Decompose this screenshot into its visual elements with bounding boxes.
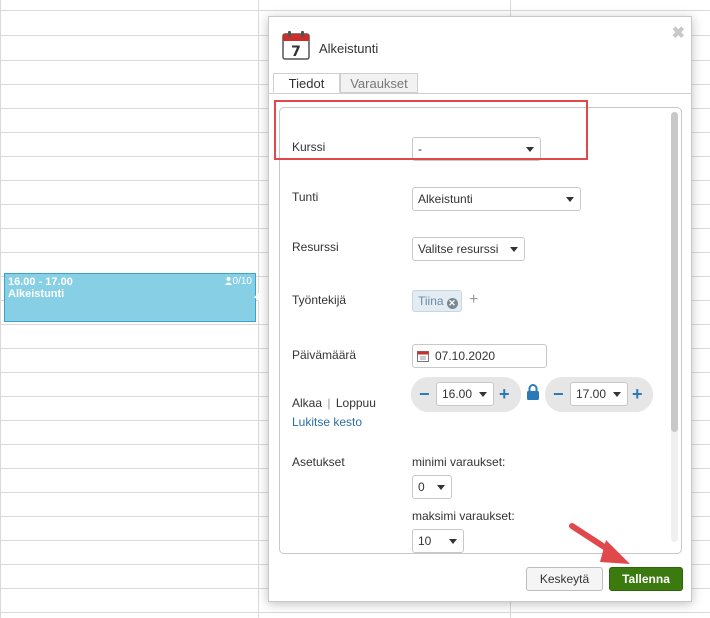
calendar-small-icon[interactable] [417,350,429,362]
calendar-icon-day: 7 [291,44,301,60]
resurssi-select[interactable]: Valitse resurssi [412,237,525,261]
loppuu-label: Loppuu [335,396,376,410]
date-input[interactable]: 07.10.2020 [412,344,547,368]
chevron-down-icon [479,392,487,397]
cancel-button[interactable]: Keskeytä [526,567,603,591]
start-time-select[interactable]: 16.00 [436,382,494,406]
dialog-title: Alkeistunti [319,41,379,56]
tab-varaukset[interactable]: Varaukset [340,73,418,93]
tunti-select-value: Alkeistunti [418,192,473,206]
calendar-row-line [0,10,710,11]
details-panel: Kurssi - Tunti Alkeistunti Resurssi Vali… [279,107,682,554]
chevron-down-icon [510,247,518,252]
close-icon[interactable]: ✖ [672,23,685,43]
calendar-icon: 7 [282,31,310,60]
save-button[interactable]: Tallenna [609,567,683,591]
chevron-down-icon [566,197,574,202]
calendar-event[interactable]: 16.00 - 17.00 Alkeistunti 0/10 [4,273,256,322]
alkaa-label: Alkaa [292,396,323,410]
end-time-value: 17.00 [576,387,607,401]
annotation-arrow-icon [569,523,630,564]
label-separator: | [327,396,331,410]
event-participant-count: 0/10 [224,276,252,287]
event-count-value: 0/10 [232,276,252,287]
calendar-row-line [0,612,710,613]
alkaa-loppuu-label: Alkaa | Loppuu [292,396,376,410]
min-reservations-select[interactable]: 0 [412,475,452,499]
dialog-pointer [254,286,268,308]
min-reservations-label: minimi varaukset: [412,455,506,469]
max-reservations-value: 10 [418,534,432,548]
min-reservations-value: 0 [418,480,425,494]
chevron-down-icon [613,392,621,397]
end-time-minus-button[interactable]: − [553,385,564,403]
lock-duration-link[interactable]: Lukitse kesto [292,415,362,429]
add-employee-icon[interactable]: + [469,290,478,310]
start-time-plus-button[interactable]: + [499,385,510,403]
lock-icon[interactable] [526,384,540,401]
event-title: Alkeistunti [8,288,65,300]
panel-scrollbar[interactable] [671,112,678,542]
paivamaara-label: Päivämäärä [292,348,357,362]
max-reservations-label: maksimi varaukset: [412,509,515,523]
dialog-tabs: Tiedot Varaukset [269,73,691,94]
start-time-value: 16.00 [442,387,473,401]
chevron-down-icon [449,539,457,544]
tyontekija-label: Työntekijä [292,293,347,307]
event-time: 16.00 - 17.00 [8,276,73,288]
start-time-minus-button[interactable]: − [419,385,430,403]
asetukset-label: Asetukset [292,455,345,469]
start-time-group: − 16.00 + [411,377,521,412]
tab-tiedot[interactable]: Tiedot [273,73,340,93]
end-time-plus-button[interactable]: + [632,385,643,403]
employee-tag-name: Tiina [418,294,444,308]
max-reservations-select[interactable]: 10 [412,529,464,553]
kurssi-highlight-box [274,100,588,160]
tunti-select[interactable]: Alkeistunti [412,187,581,211]
end-time-group: − 17.00 + [545,377,653,412]
tunti-label: Tunti [292,190,319,204]
scrollbar-thumb[interactable] [671,112,678,432]
employee-tag: Tiina ✕ [412,290,462,312]
date-input-value: 07.10.2020 [435,349,496,363]
remove-tag-icon[interactable]: ✕ [446,298,458,309]
calendar-column-line [0,0,1,618]
calendar-column-line [258,0,259,618]
chevron-down-icon [437,485,445,490]
person-icon [224,277,232,285]
end-time-select[interactable]: 17.00 [570,382,628,406]
resurssi-select-value: Valitse resurssi [418,242,499,256]
resurssi-label: Resurssi [292,240,339,254]
